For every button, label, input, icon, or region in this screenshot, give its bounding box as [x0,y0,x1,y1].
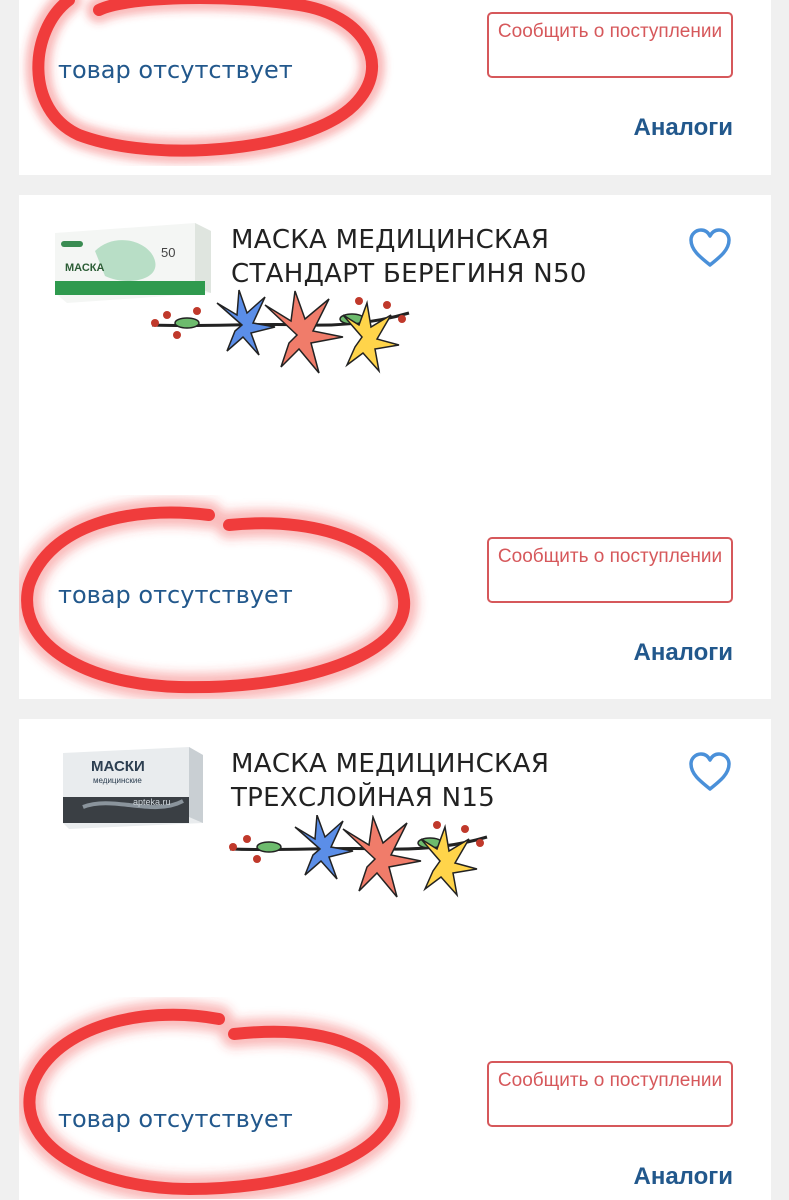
red-circle-annotation [25,0,385,164]
box-count: 50 [161,245,175,260]
box-title: МАСКА [65,262,104,274]
availability-status: товар отсутствует [58,56,293,84]
product-card: МАСКИ медицинские apteka.ru МАСКА МЕДИЦИ… [19,719,771,1200]
product-title[interactable]: МАСКА МЕДИЦИНСКАЯ СТАНДАРТ БЕРЕГИНЯ N50 [231,223,651,291]
red-circle-annotation [19,1000,409,1199]
box-title: МАСКИ [91,758,145,775]
heart-icon[interactable] [687,749,733,795]
product-image[interactable]: МАСКА 50 [55,221,211,303]
product-image[interactable]: МАСКИ медицинские apteka.ru [63,747,203,829]
flower-sticker-decoration [229,815,488,898]
product-card: МАСКА 50 МАСКА МЕДИЦИНСКАЯ СТАНДАРТ БЕРЕ… [19,195,771,699]
watermark: apteka.ru [133,797,171,807]
analogs-link[interactable]: Аналоги [633,1163,733,1191]
box-subtitle: медицинские [93,776,142,785]
notify-on-arrival-button[interactable]: Сообщить о поступлении [487,12,733,78]
analogs-link[interactable]: Аналоги [633,639,733,667]
heart-icon[interactable] [687,225,733,271]
product-title[interactable]: МАСКА МЕДИЦИНСКАЯ ТРЕХСЛОЙНАЯ N15 [231,747,651,815]
availability-status: товар отсутствует [58,1105,293,1133]
product-card: товар отсутствует Сообщить о поступлении… [19,0,771,175]
notify-on-arrival-button[interactable]: Сообщить о поступлении [487,1061,733,1127]
notify-on-arrival-button[interactable]: Сообщить о поступлении [487,537,733,603]
availability-status: товар отсутствует [58,581,293,609]
analogs-link[interactable]: Аналоги [633,114,733,142]
